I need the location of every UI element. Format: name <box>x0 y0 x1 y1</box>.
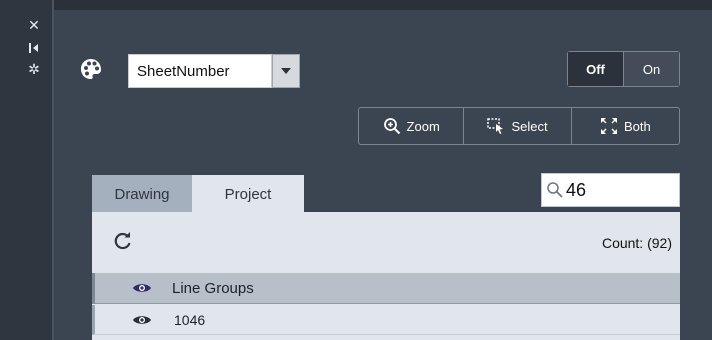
search-input[interactable]: 46 <box>541 173 680 207</box>
search-icon <box>547 182 563 198</box>
off-on-toggle[interactable]: Off On <box>567 51 680 87</box>
both-button[interactable]: Both <box>572 108 679 144</box>
toggle-on-button[interactable]: On <box>624 52 679 86</box>
settings-icon[interactable]: ✲ <box>25 62 43 76</box>
eye-icon[interactable] <box>132 314 154 326</box>
select-label: Select <box>511 118 548 134</box>
property-combobox-value[interactable]: SheetNumber <box>128 54 272 88</box>
group-row-label: Line Groups <box>172 279 254 297</box>
toggle-off-button[interactable]: Off <box>568 52 624 86</box>
palette-icon[interactable] <box>80 58 102 80</box>
tab-drawing[interactable]: Drawing <box>92 175 192 213</box>
zoom-label: Zoom <box>406 118 440 134</box>
zoom-in-icon <box>383 118 400 135</box>
both-label: Both <box>623 118 651 134</box>
left-tool-strip: ✕ ✲ <box>0 0 52 340</box>
tab-project[interactable]: Project <box>192 175 304 213</box>
dropdown-button[interactable] <box>272 54 300 88</box>
top-strip <box>0 0 712 10</box>
list-item[interactable]: 1046 <box>92 305 680 335</box>
expand-arrows-icon <box>600 118 617 134</box>
select-button[interactable]: Select <box>464 108 572 144</box>
chevron-down-icon <box>281 68 291 74</box>
list-item-label: 1046 <box>174 311 206 328</box>
close-icon[interactable]: ✕ <box>25 18 43 32</box>
group-row[interactable]: Line Groups <box>92 273 680 304</box>
search-value[interactable]: 46 <box>566 180 586 201</box>
zoom-button[interactable]: Zoom <box>359 108 465 144</box>
view-mode-group: Zoom Select Both <box>358 107 680 145</box>
pin-icon[interactable] <box>25 42 43 56</box>
refresh-icon[interactable] <box>113 231 133 251</box>
eye-icon[interactable] <box>132 282 154 294</box>
select-window-icon <box>487 118 504 134</box>
count-label: Count: (92) <box>601 235 672 251</box>
property-combobox[interactable]: SheetNumber <box>128 54 300 88</box>
